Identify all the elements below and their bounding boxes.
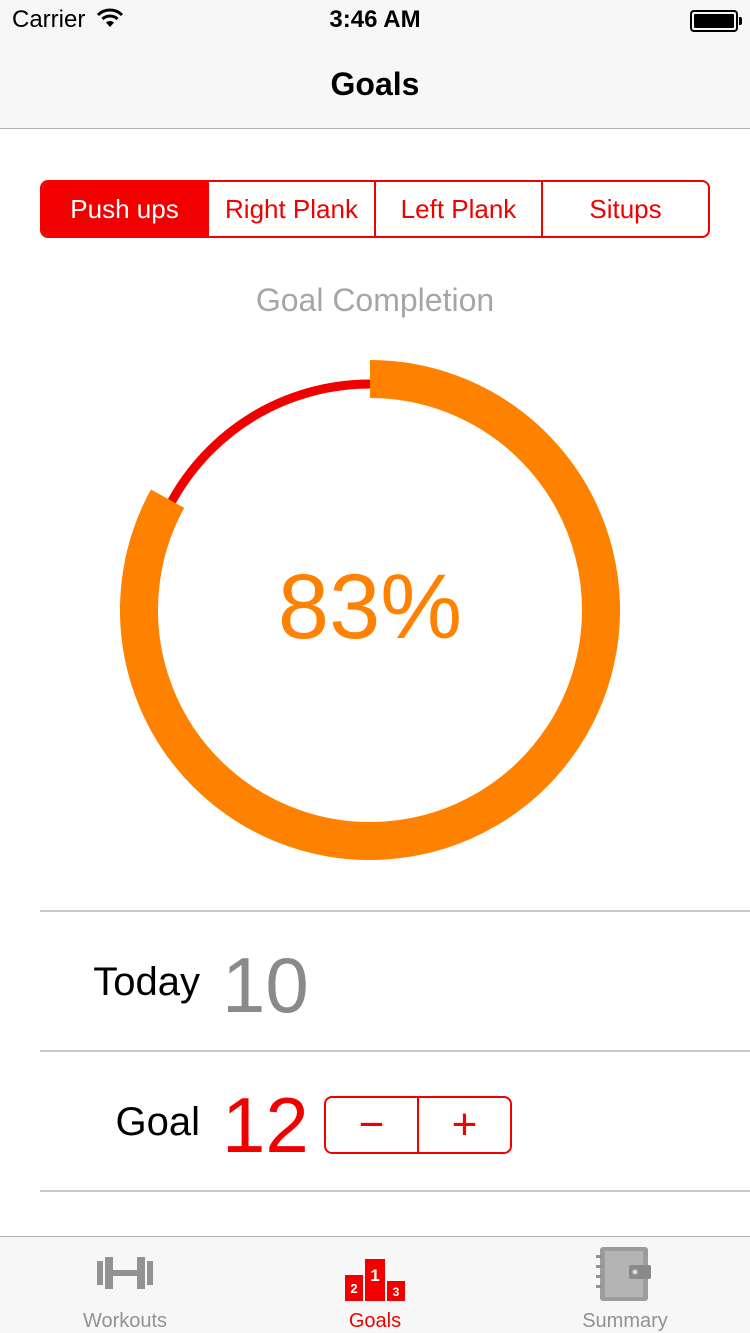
navigation-bar: Goals — [0, 40, 750, 129]
dumbbell-icon — [97, 1257, 153, 1289]
segment-left-plank[interactable]: Left Plank — [376, 182, 543, 236]
tab-label: Workouts — [82, 1310, 168, 1332]
tab-label: Goals — [348, 1310, 402, 1332]
podium-icon: 2 1 3 — [345, 1259, 405, 1301]
divider — [40, 1190, 750, 1192]
notebook-icon — [596, 1247, 651, 1301]
goal-completion-label: Goal Completion — [255, 282, 495, 318]
goal-label: Goal — [115, 1100, 201, 1144]
today-label: Today — [93, 960, 200, 1004]
goal-value: 12 — [222, 1081, 309, 1169]
exercise-segmented-control: Push ups Right Plank Left Plank Situps — [40, 180, 710, 238]
svg-text:3: 3 — [393, 1285, 400, 1299]
goal-stepper: − + — [324, 1096, 512, 1154]
svg-text:1: 1 — [370, 1266, 379, 1285]
tab-goals[interactable]: 2 1 3 Goals — [250, 1237, 500, 1333]
increment-button[interactable]: + — [419, 1098, 510, 1152]
divider — [40, 910, 750, 912]
divider — [40, 1050, 750, 1052]
page-title: Goals — [330, 66, 420, 102]
status-bar: Carrier 3:46 AM — [0, 0, 750, 40]
svg-text:2: 2 — [350, 1281, 357, 1296]
battery-icon — [690, 10, 742, 32]
tab-bar: Workouts 2 1 3 Goals Summary — [0, 1236, 750, 1333]
tab-label: Summary — [582, 1310, 668, 1332]
status-time: 3:46 AM — [329, 6, 421, 33]
decrement-button[interactable]: − — [326, 1098, 419, 1152]
segment-push-ups[interactable]: Push ups — [42, 182, 209, 236]
tab-workouts[interactable]: Workouts — [0, 1237, 250, 1333]
today-value: 10 — [222, 941, 309, 1029]
completion-percentage: 83% — [277, 556, 463, 658]
segment-right-plank[interactable]: Right Plank — [209, 182, 376, 236]
segment-situps[interactable]: Situps — [543, 182, 708, 236]
tab-summary[interactable]: Summary — [500, 1237, 750, 1333]
